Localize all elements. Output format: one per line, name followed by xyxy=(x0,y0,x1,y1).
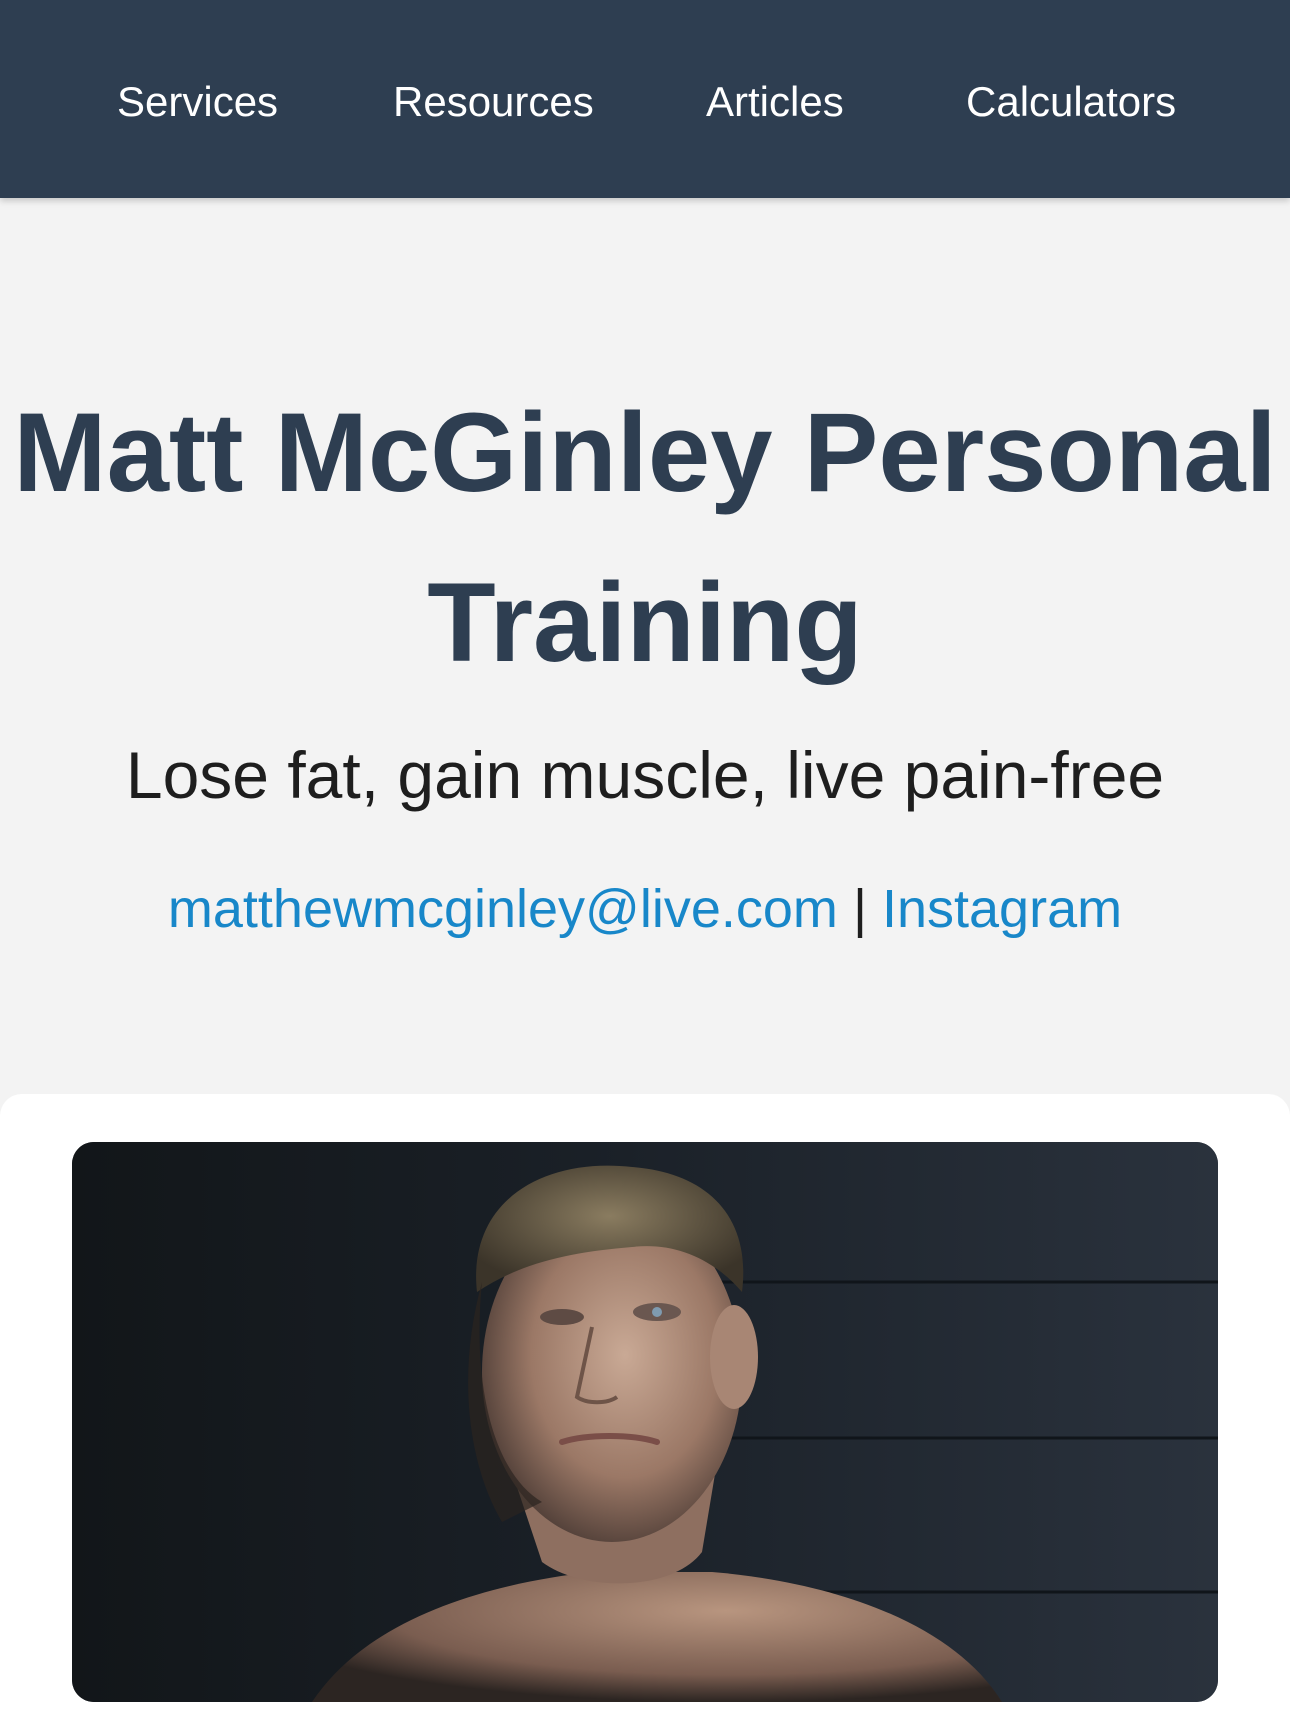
instagram-link[interactable]: Instagram xyxy=(882,879,1122,939)
page-title: Matt McGinley Personal Training xyxy=(13,390,1277,685)
nav-resources-link[interactable]: Resources xyxy=(393,76,594,128)
nav-services-link[interactable]: Services xyxy=(117,76,278,128)
contact-line: matthewmcginley@live.com | Instagram xyxy=(0,876,1290,942)
nav-articles-link[interactable]: Articles xyxy=(706,76,844,128)
nav-calculators-link[interactable]: Calculators xyxy=(966,76,1176,128)
hero-tagline: Lose fat, gain muscle, live pain-free xyxy=(125,738,1165,812)
contact-separator: | xyxy=(852,879,867,939)
trainer-photo xyxy=(72,1142,1218,1702)
email-link[interactable]: matthewmcginley@live.com xyxy=(168,879,838,939)
top-navbar: Services Resources Articles Calculators xyxy=(0,0,1290,198)
